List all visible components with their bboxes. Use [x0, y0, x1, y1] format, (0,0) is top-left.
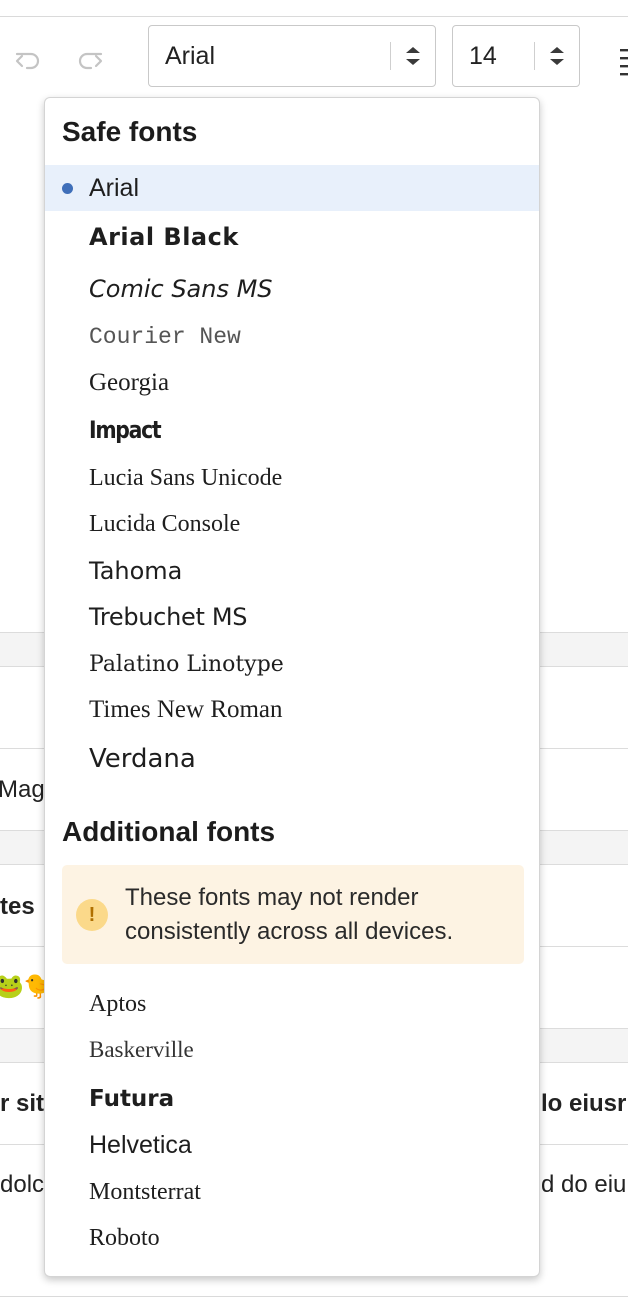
updown-arrows-icon [391, 44, 435, 68]
font-option-label: Times New Roman [89, 696, 283, 723]
redo-icon[interactable] [70, 41, 110, 81]
cell-text: d do eiu [541, 1171, 627, 1198]
font-option-helvetica[interactable]: Helvetica [45, 1122, 539, 1168]
font-option-label: Lucia Sans Unicode [89, 464, 283, 491]
font-option-label: Arial Black [89, 223, 239, 251]
font-option-label: Trebuchet MS [89, 603, 248, 631]
font-option-aptos[interactable]: Aptos [45, 981, 539, 1027]
font-option-label: Comic Sans MS [89, 275, 273, 303]
bottom-divider [0, 1296, 628, 1297]
font-option-label: Futura [89, 1086, 175, 1112]
font-option-label: Courier New [89, 324, 241, 350]
cell-text: r sit [0, 1090, 45, 1117]
font-option-baskerville[interactable]: Baskerville [45, 1027, 539, 1073]
additional-fonts-heading: Additional fonts [62, 816, 276, 847]
more-menu-icon[interactable] [616, 45, 628, 79]
font-dropdown: Safe fonts Arial Arial Black Comic Sans … [44, 97, 540, 1277]
font-size-select[interactable]: 14 [452, 25, 580, 87]
font-option-arial[interactable]: Arial [45, 165, 539, 211]
font-option-courier-new[interactable]: Courier New [45, 314, 539, 360]
font-family-value: Arial [165, 41, 216, 70]
selected-dot-icon [62, 182, 73, 194]
font-option-verdana[interactable]: Verdana [45, 736, 539, 782]
font-option-comic-sans[interactable]: Comic Sans MS [45, 266, 539, 312]
font-option-futura[interactable]: Futura [45, 1076, 539, 1122]
font-option-times-new-roman[interactable]: Times New Roman [45, 687, 539, 733]
font-option-trebuchet[interactable]: Trebuchet MS [45, 594, 539, 640]
editor-toolbar: Arial 14 [0, 17, 628, 97]
font-option-lucia-sans[interactable]: Lucia Sans Unicode [45, 455, 539, 501]
font-option-georgia[interactable]: Georgia [45, 360, 539, 406]
font-option-impact[interactable]: Impact [45, 407, 539, 453]
font-option-label: Baskerville [89, 1037, 194, 1062]
font-option-label: Montsterrat [89, 1178, 201, 1205]
font-option-label: Palatino Linotype [89, 651, 284, 677]
font-option-label: Roboto [89, 1224, 160, 1251]
font-family-select[interactable]: Arial [148, 25, 436, 87]
safe-fonts-heading: Safe fonts [62, 116, 198, 147]
undo-icon[interactable] [8, 41, 48, 81]
font-option-label: Verdana [89, 744, 196, 774]
font-option-tahoma[interactable]: Tahoma [45, 548, 539, 594]
font-option-palatino[interactable]: Palatino Linotype [45, 641, 539, 687]
cell-text: dolc [0, 1171, 45, 1198]
font-option-arial-black[interactable]: Arial Black [45, 214, 539, 260]
cell-text: lo eiusr [541, 1090, 627, 1117]
font-option-roboto[interactable]: Roboto [45, 1215, 539, 1261]
font-option-label: Lucida Console [89, 510, 241, 537]
font-option-label: Arial [89, 173, 140, 202]
font-size-value: 14 [469, 41, 497, 70]
warning-text: These fonts may not render consistently … [125, 884, 454, 945]
font-option-label: Helvetica [89, 1130, 192, 1159]
warning-icon: ! [76, 899, 108, 931]
font-option-label: Impact [89, 416, 162, 444]
font-option-lucida-console[interactable]: Lucida Console [45, 501, 539, 547]
font-option-label: Aptos [89, 990, 147, 1017]
font-option-montserrat[interactable]: Montsterrat [45, 1169, 539, 1215]
cell-text: tes [0, 893, 35, 920]
font-option-label: Tahoma [89, 557, 183, 585]
updown-arrows-icon [535, 44, 579, 68]
font-warning-callout: ! These fonts may not render consistentl… [62, 865, 524, 964]
font-option-label: Georgia [89, 369, 170, 396]
cell-text: Mag [0, 776, 45, 803]
